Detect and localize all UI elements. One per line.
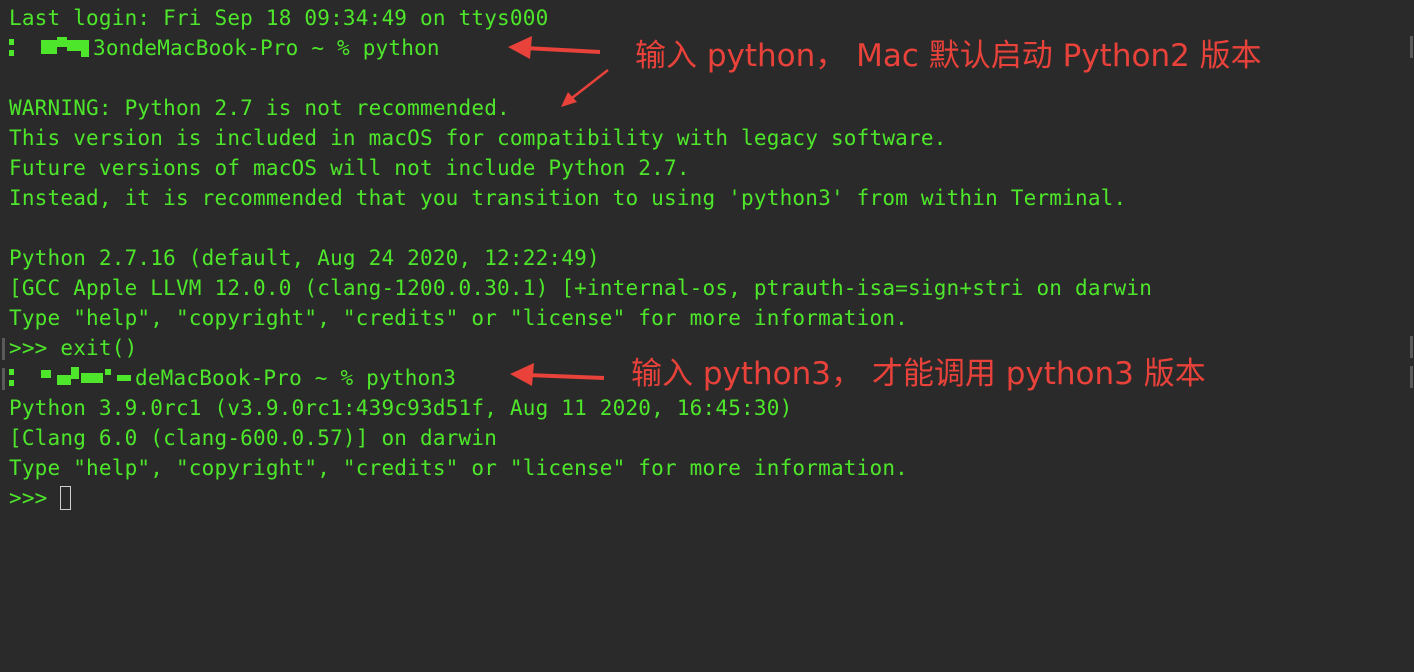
terminal-line-prompt-python: 3ondeMacBook-Pro ~ % python xyxy=(9,33,440,63)
redacted-username-2 xyxy=(9,367,135,387)
terminal-line-prompt-python3: deMacBook-Pro ~ % python3 xyxy=(9,363,456,393)
terminal-line-future-versions: Future versions of macOS will not includ… xyxy=(9,156,690,180)
text-cursor xyxy=(60,485,72,510)
mark-indicator-1 xyxy=(2,338,5,360)
terminal-line-python2-gcc: [GCC Apple LLVM 12.0.0 (clang-1200.0.30.… xyxy=(9,276,1153,300)
terminal-line-version-info: This version is included in macOS for co… xyxy=(9,126,947,150)
scroll-marker-2 xyxy=(1410,336,1413,358)
repl-prompt: >>> xyxy=(9,486,61,510)
arrow-to-warning-line xyxy=(561,69,609,107)
prompt-text-python3: deMacBook-Pro ~ % python3 xyxy=(135,366,457,390)
scroll-marker-1 xyxy=(1410,36,1413,58)
redacted-username xyxy=(9,37,93,57)
terminal-line-python3-banner: Python 3.9.0rc1 (v3.9.0rc1:439c93d51f, A… xyxy=(9,396,793,420)
terminal-line-python2-banner: Python 2.7.16 (default, Aug 24 2020, 12:… xyxy=(9,246,600,270)
terminal-line-python2-help: Type "help", "copyright", "credits" or "… xyxy=(9,306,909,330)
terminal-line-exit: >>> exit() xyxy=(9,336,138,360)
prompt-text-python: 3ondeMacBook-Pro ~ % python xyxy=(93,36,440,60)
arrow-to-python3-command xyxy=(510,363,605,386)
terminal-line-python3-clang: [Clang 6.0 (clang-600.0.57)] on darwin xyxy=(9,426,498,450)
terminal-line-python3-help: Type "help", "copyright", "credits" or "… xyxy=(9,456,909,480)
annotation-python2-note: 输入 python， Mac 默认启动 Python2 版本 xyxy=(635,38,1262,74)
terminal-line-last-login: Last login: Fri Sep 18 09:34:49 on ttys0… xyxy=(9,6,549,30)
scroll-marker-3 xyxy=(1410,366,1413,388)
mark-indicator-2 xyxy=(2,368,5,390)
terminal-line-python3-prompt[interactable]: >>> xyxy=(9,483,72,513)
arrow-to-python-command xyxy=(508,36,601,59)
terminal-line-warning: WARNING: Python 2.7 is not recommended. xyxy=(9,96,510,120)
terminal-window[interactable]: Last login: Fri Sep 18 09:34:49 on ttys0… xyxy=(0,0,1414,672)
terminal-line-recommendation: Instead, it is recommended that you tran… xyxy=(9,186,1127,210)
annotation-python3-note: 输入 python3， 才能调用 python3 版本 xyxy=(631,356,1206,392)
